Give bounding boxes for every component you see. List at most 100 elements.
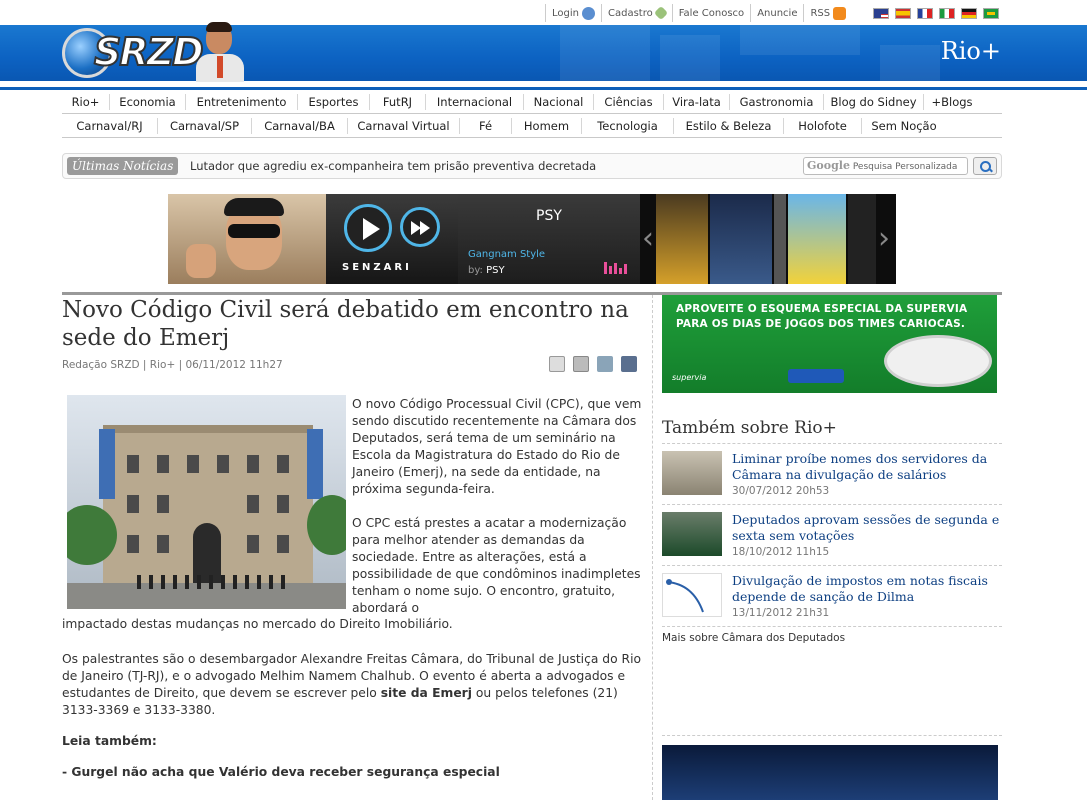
nav-fe[interactable]: Fé [460,117,512,134]
related-title[interactable]: Liminar proíbe nomes dos servidores da C… [732,451,1000,483]
br-flag-icon[interactable] [983,8,999,19]
related-item[interactable]: Deputados aprovam sessões de segunda e s… [662,512,1002,562]
latest-news-headline[interactable]: Lutador que agrediu ex-companheira tem p… [190,159,596,173]
nav-carnaval-rj[interactable]: Carnaval/RJ [62,117,158,134]
advertise-link[interactable]: Anuncie [750,4,803,22]
it-flag-icon[interactable] [939,8,955,19]
train-illustration [788,369,844,383]
nav-internacional[interactable]: Internacional [426,93,524,110]
nav-carnaval-ba[interactable]: Carnaval/BA [252,117,348,134]
related-date: 18/10/2012 11h15 [732,546,830,558]
carousel-next-icon[interactable]: › [878,219,890,259]
column-separator [652,295,653,800]
stadium-illustration [884,335,992,387]
nav-vira-lata[interactable]: Vira-lata [664,93,730,110]
nav-holofote[interactable]: Holofote [784,117,862,134]
es-flag-icon[interactable] [895,8,911,19]
twitter-icon[interactable] [597,356,613,372]
sidebar-divider [662,443,1002,444]
share-tools [549,356,637,372]
related-thumb [662,451,722,495]
email-icon[interactable] [549,356,565,372]
fr-flag-icon[interactable] [917,8,933,19]
nav-homem[interactable]: Homem [512,117,582,134]
nav-carnaval-virtual[interactable]: Carnaval Virtual [348,117,460,134]
login-label: Login [552,7,579,19]
google-logo: Google [807,159,850,172]
by-label: by: [468,265,483,276]
sidebar-media-box[interactable] [662,745,998,800]
player-controls: SENZARI [326,194,458,284]
signup-label: Cadastro [607,7,653,19]
nav-tecnologia[interactable]: Tecnologia [582,117,674,134]
music-player-ad[interactable]: SENZARI PSY Gangnam Style by: PSY ‹ › [168,194,896,284]
related-thumb [662,512,722,556]
article-paragraph: O CPC está prestes a acatar a modernizaç… [352,516,641,615]
latest-news-bar: Últimas Notícias Lutador que agrediu ex-… [62,153,1002,179]
supervia-ad[interactable]: APROVEITE O ESQUEMA ESPECIAL DA SUPERVIA… [662,295,997,393]
album-thumb[interactable] [788,194,846,284]
related-date: 30/07/2012 20h53 [732,485,830,497]
album-thumb[interactable] [656,194,708,284]
fast-forward-icon[interactable] [400,207,440,247]
language-flags [873,8,999,19]
main-nav-row-1: Rio+ Economia Entretenimento Esportes Fu… [62,90,1002,114]
logo-text: SRZD [93,29,205,75]
de-flag-icon[interactable] [961,8,977,19]
nav-gastronomia[interactable]: Gastronomia [730,93,824,110]
print-icon[interactable] [573,356,589,372]
us-flag-icon[interactable] [873,8,889,19]
tag-icon [653,5,668,21]
rss-link[interactable]: RSS [803,4,852,22]
nav-blog-do-sidney[interactable]: Blog do Sidney [824,93,924,110]
tax-diagram-icon [666,579,704,613]
related-title[interactable]: Deputados aprovam sessões de segunda e s… [732,512,1000,544]
presenter-avatar [192,22,252,82]
more-link[interactable]: Mais sobre Câmara dos Deputados [662,632,845,644]
track-title[interactable]: Gangnam Style [468,249,545,260]
play-icon[interactable] [344,204,392,252]
search-placeholder: Pesquisa Personalizada [852,162,958,172]
nav-futrj[interactable]: FutRJ [370,93,426,110]
ad-brand: supervia [672,373,707,382]
search-button[interactable] [973,157,997,175]
related-title[interactable]: Divulgação de impostos em notas fiscais … [732,573,1000,605]
nav-entretenimento[interactable]: Entretenimento [186,93,298,110]
rss-icon [833,6,847,20]
related-item[interactable]: Liminar proíbe nomes dos servidores da C… [662,451,1002,501]
contact-link[interactable]: Fale Conosco [671,4,750,22]
nav-estilo-beleza[interactable]: Estilo & Beleza [674,117,784,134]
album-thumb[interactable] [710,194,772,284]
login-link[interactable]: Login [545,4,601,22]
signup-link[interactable]: Cadastro [600,4,672,22]
carousel-prev-icon[interactable]: ‹ [642,219,654,259]
nav-rio-plus[interactable]: Rio+ [62,93,110,110]
nav-esportes[interactable]: Esportes [298,93,370,110]
nav-nacional[interactable]: Nacional [524,93,594,110]
equalizer-icon [604,262,634,274]
latest-news-label: Últimas Notícias [67,157,179,175]
ad-line-1: APROVEITE O ESQUEMA ESPECIAL DA SUPERVIA [676,303,968,315]
nav-more-blogs[interactable]: +Blogs [924,94,980,110]
album-thumb[interactable] [774,194,786,284]
sidebar-divider [662,626,1002,627]
related-article-link[interactable]: - Gurgel não acha que Valério deva receb… [62,764,500,781]
player-brand: SENZARI [342,262,412,273]
site-logo[interactable]: SRZD [60,24,205,82]
top-utility-bar: Login Cadastro Fale Conosco Anuncie RSS [0,0,1087,25]
emerj-site-link[interactable]: site da Emerj [381,686,472,700]
nav-economia[interactable]: Economia [110,93,186,110]
utility-links: Login Cadastro Fale Conosco Anuncie RSS [545,4,852,22]
article-paragraph: Os palestrantes são o desembargador Alex… [62,651,652,719]
sidebar-divider [662,504,1002,505]
related-item[interactable]: Divulgação de impostos em notas fiscais … [662,573,1002,623]
album-thumb[interactable] [848,194,876,284]
article-paragraph: O novo Código Processual Civil (CPC), qu… [352,397,642,496]
article-photo [67,395,346,609]
rss-label: RSS [810,7,831,19]
nav-sem-nocao[interactable]: Sem Noção [862,118,946,134]
facebook-icon[interactable] [621,356,637,372]
nav-carnaval-sp[interactable]: Carnaval/SP [158,117,252,134]
nav-ciencias[interactable]: Ciências [594,93,664,110]
search-input[interactable]: Google Pesquisa Personalizada [803,157,968,175]
